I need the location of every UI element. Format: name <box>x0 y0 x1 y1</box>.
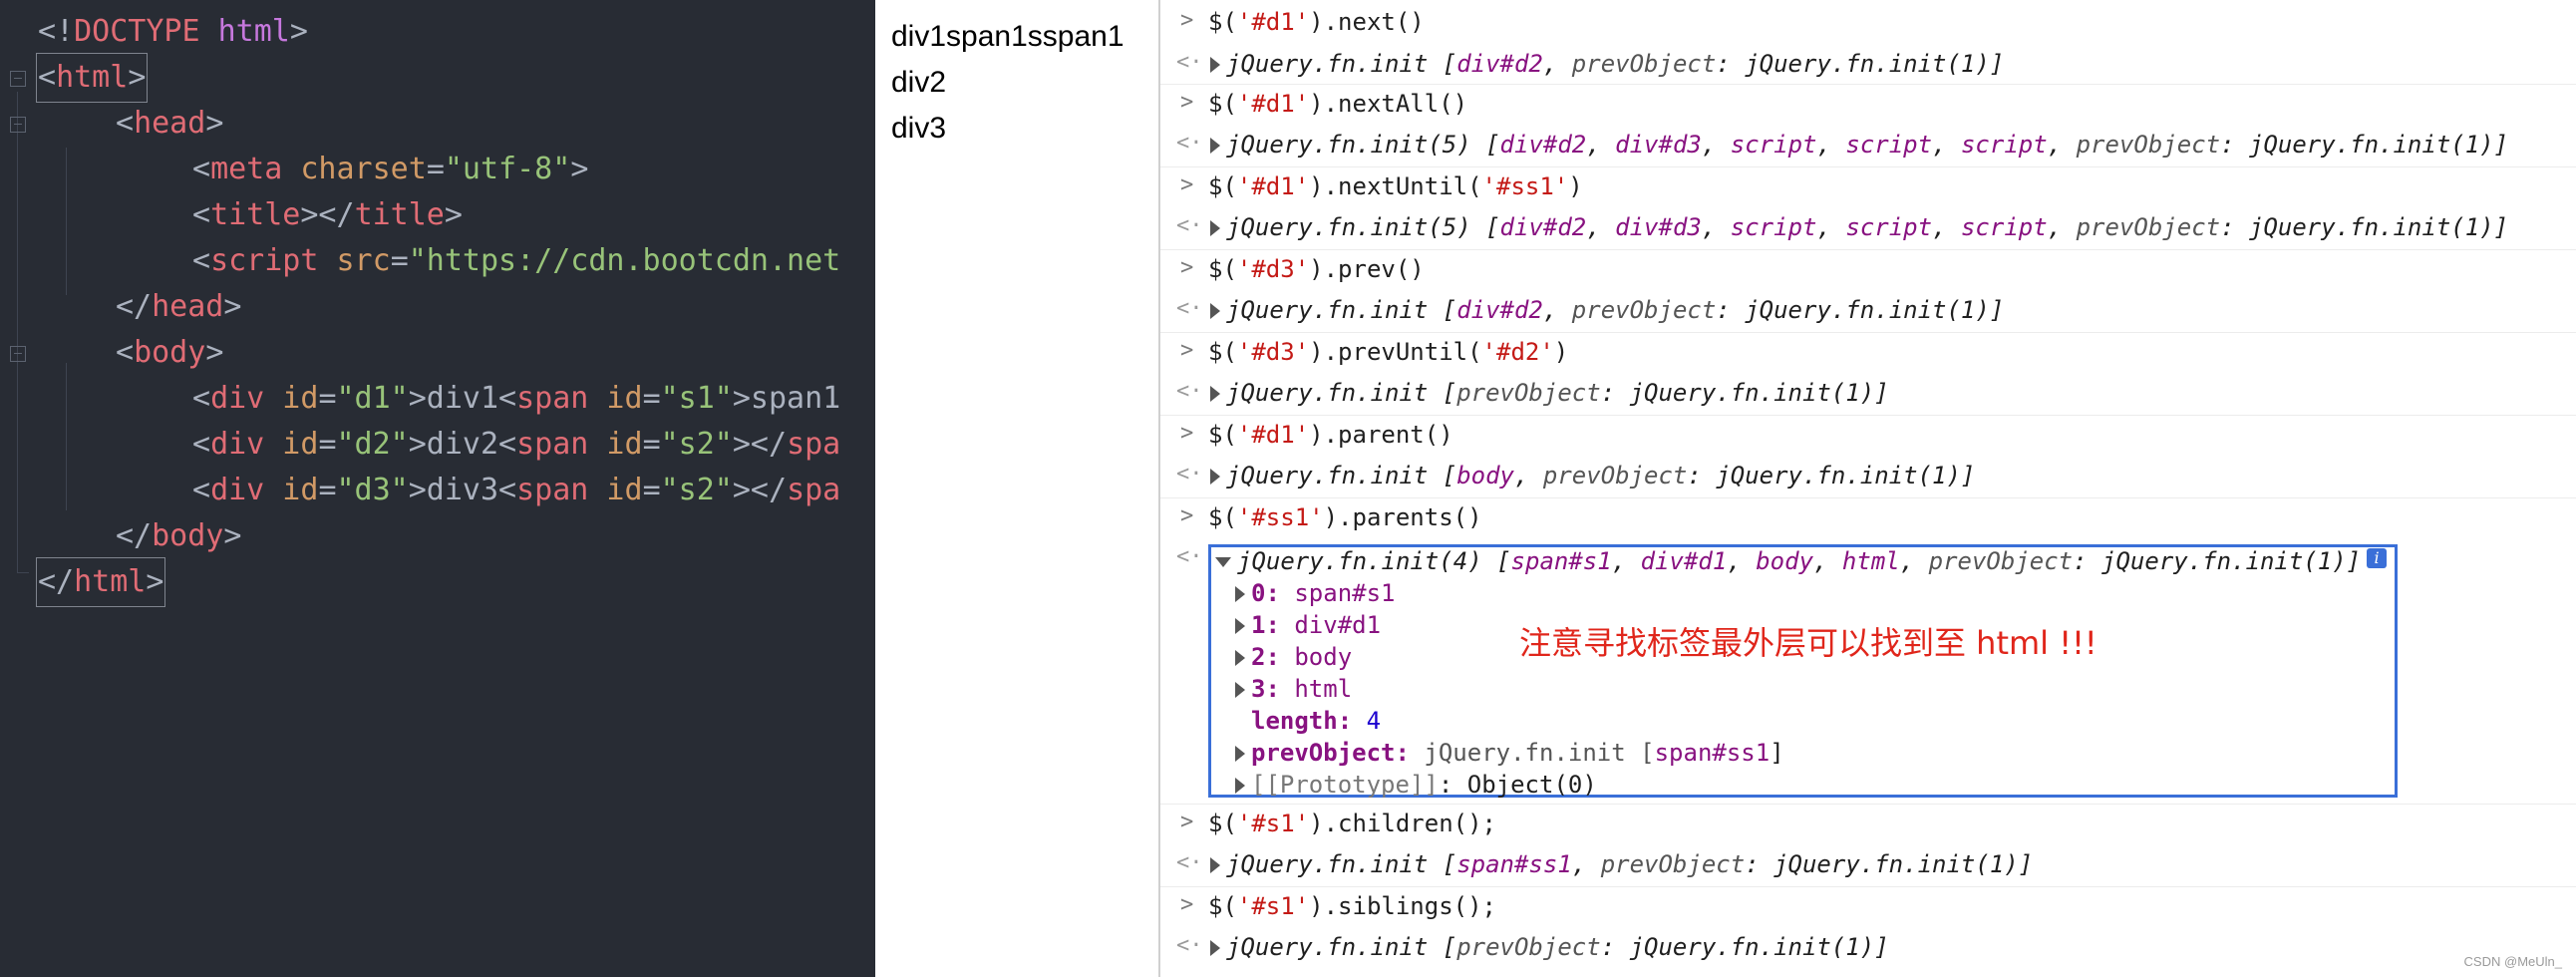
prop-row[interactable]: 0: span#s1 <box>1235 579 1396 607</box>
return-arrow-icon: <· <box>1176 213 1203 238</box>
prompt-chevron-icon: > <box>1180 90 1194 115</box>
console-result[interactable]: jQuery.fn.init [prevObject: jQuery.fn.in… <box>1210 933 1889 961</box>
prop-row[interactable]: 1: div#d1 <box>1235 611 1381 639</box>
code-line: <div id="d1">div1<span id="s1">span1 <box>192 381 841 416</box>
console-entry: > $('#d3').prev() <· jQuery.fn.init [div… <box>1160 249 2576 333</box>
expand-triangle-icon[interactable] <box>1235 778 1245 794</box>
console-result[interactable]: jQuery.fn.init(5) [div#d2, div#d3, scrip… <box>1210 213 2508 241</box>
expand-triangle-icon[interactable] <box>1210 303 1220 319</box>
expand-triangle-icon[interactable] <box>1210 857 1220 873</box>
prompt-chevron-icon: > <box>1180 421 1194 446</box>
render-line-div2: div2 <box>891 66 947 99</box>
code-line: </head> <box>116 289 242 324</box>
expand-triangle-icon[interactable] <box>1210 57 1220 73</box>
code-line: <body> <box>0 330 223 376</box>
return-arrow-icon: <· <box>1176 50 1203 75</box>
expand-triangle-icon[interactable] <box>1210 138 1220 154</box>
console-command[interactable]: $('#d1').parent() <box>1208 421 1453 449</box>
console-result[interactable]: jQuery.fn.init [span#ss1, prevObject: jQ… <box>1210 850 2033 878</box>
collapse-triangle-icon[interactable] <box>1215 557 1231 567</box>
prop-row[interactable]: 2: body <box>1235 643 1352 671</box>
return-arrow-icon: <· <box>1176 850 1203 875</box>
console-result[interactable]: jQuery.fn.init [body, prevObject: jQuery… <box>1210 462 1975 489</box>
expand-triangle-icon[interactable] <box>1235 586 1245 602</box>
prototype-row[interactable]: [[Prototype]]: Object(0) <box>1235 771 1597 799</box>
console-entry: > $('#d1').next() <· jQuery.fn.init [div… <box>1160 0 2576 85</box>
fold-toggle-icon[interactable] <box>10 346 26 362</box>
expand-triangle-icon[interactable] <box>1235 746 1245 762</box>
code-line: <!DOCTYPE html> <box>38 14 308 49</box>
console-result[interactable]: jQuery.fn.init(5) [div#d2, div#d3, scrip… <box>1210 131 2508 159</box>
console-entry: > $('#d1').parent() <· jQuery.fn.init [b… <box>1160 415 2576 498</box>
code-line: <div id="d3">div3<span id="s2"></spa <box>192 473 841 507</box>
console-command[interactable]: $('#d3').prevUntil('#d2') <box>1208 338 1568 366</box>
prompt-chevron-icon: > <box>1180 8 1194 33</box>
console-entry: > $('#s1').siblings(); <· jQuery.fn.init… <box>1160 886 2576 977</box>
console-entry: > $('#d3').prevUntil('#d2') <· jQuery.fn… <box>1160 332 2576 416</box>
rendered-page: div1span1sspan1 div2 div3 <box>875 0 1158 977</box>
console-result[interactable]: jQuery.fn.init(4) [span#s1, div#d1, body… <box>1215 547 2361 575</box>
expanded-result-highlight[interactable]: jQuery.fn.init(4) [span#s1, div#d1, body… <box>1208 544 2398 799</box>
code-line: <script src="https://cdn.bootcdn.net <box>192 243 841 278</box>
info-icon[interactable]: i <box>2367 548 2387 568</box>
console-command[interactable]: $('#d1').nextAll() <box>1208 90 1467 118</box>
expand-triangle-icon[interactable] <box>1210 220 1220 236</box>
prompt-chevron-icon: > <box>1180 810 1194 834</box>
console-result[interactable]: jQuery.fn.init [div#d2, prevObject: jQue… <box>1210 296 2004 324</box>
console-command[interactable]: $('#ss1').parents() <box>1208 503 1482 531</box>
fold-toggle-icon[interactable] <box>10 117 26 133</box>
console-command[interactable]: $('#d3').prev() <box>1208 255 1425 283</box>
return-arrow-icon: <· <box>1176 933 1203 958</box>
code-line: </body> <box>116 518 242 553</box>
return-arrow-icon: <· <box>1176 131 1203 156</box>
code-line: <html> <box>0 53 149 103</box>
expand-triangle-icon[interactable] <box>1210 469 1220 485</box>
render-line-div1: div1span1sspan1 <box>891 20 1125 53</box>
prompt-chevron-icon: > <box>1180 503 1194 528</box>
return-arrow-icon: <· <box>1176 462 1203 487</box>
devtools-console[interactable]: > $('#d1').next() <· jQuery.fn.init [div… <box>1158 0 2576 977</box>
fold-toggle-icon[interactable] <box>10 71 26 87</box>
code-line: <div id="d2">div2<span id="s2"></spa <box>192 427 841 462</box>
expand-triangle-icon[interactable] <box>1210 940 1220 956</box>
expand-triangle-icon[interactable] <box>1235 618 1245 634</box>
return-arrow-icon: <· <box>1176 379 1203 404</box>
code-line: <title></title> <box>192 197 463 232</box>
prop-row[interactable]: 3: html <box>1235 675 1352 703</box>
return-arrow-icon: <· <box>1176 296 1203 321</box>
console-command[interactable]: $('#d1').next() <box>1208 8 1425 36</box>
console-entry: > $('#d1').nextAll() <· jQuery.fn.init(5… <box>1160 84 2576 167</box>
prompt-chevron-icon: > <box>1180 255 1194 280</box>
console-result[interactable]: jQuery.fn.init [prevObject: jQuery.fn.in… <box>1210 379 1889 407</box>
code-line: <meta charset="utf-8"> <box>192 152 589 186</box>
length-row: length: 4 <box>1251 707 1382 735</box>
return-arrow-icon: <· <box>1176 544 1203 569</box>
console-entry: > $('#s1').children(); <· jQuery.fn.init… <box>1160 804 2576 887</box>
console-command[interactable]: $('#d1').nextUntil('#ss1') <box>1208 172 1583 200</box>
render-line-div3: div3 <box>891 112 947 145</box>
watermark: CSDN @MeUln_ <box>2463 954 2562 969</box>
console-result[interactable]: jQuery.fn.init [div#d2, prevObject: jQue… <box>1210 50 2004 78</box>
prompt-chevron-icon: > <box>1180 172 1194 197</box>
code-editor[interactable]: <!DOCTYPE html> <html> <head> <meta char… <box>0 0 875 977</box>
console-entry: > $('#d1').nextUntil('#ss1') <· jQuery.f… <box>1160 166 2576 250</box>
code-line: <head> <box>0 101 223 147</box>
prompt-chevron-icon: > <box>1180 892 1194 917</box>
prev-object-row[interactable]: prevObject: jQuery.fn.init [span#ss1] <box>1235 739 1784 767</box>
console-command[interactable]: $('#s1').siblings(); <box>1208 892 1496 920</box>
code-line: </html> <box>0 557 166 607</box>
expand-triangle-icon[interactable] <box>1210 386 1220 402</box>
expand-triangle-icon[interactable] <box>1235 650 1245 666</box>
annotation-note: 注意寻找标签最外层可以找到至 html !!! <box>1519 624 2097 662</box>
expand-triangle-icon[interactable] <box>1235 682 1245 698</box>
prompt-chevron-icon: > <box>1180 338 1194 363</box>
console-command[interactable]: $('#s1').children(); <box>1208 810 1496 837</box>
